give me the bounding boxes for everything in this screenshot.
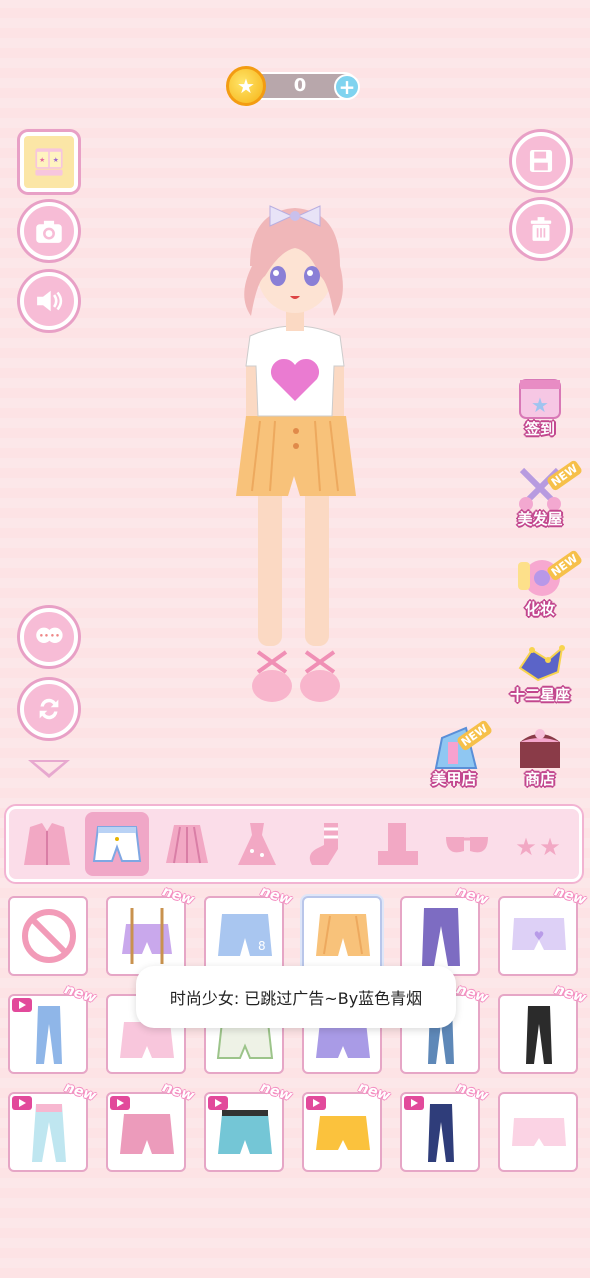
trash-icon <box>530 217 552 241</box>
star-coin-icon: ★ <box>226 66 266 106</box>
trash-button[interactable] <box>512 200 570 258</box>
svg-text:8: 8 <box>258 939 266 953</box>
swap-face-icon <box>36 627 63 643</box>
hair-salon-feature[interactable]: 美发屋 NEW <box>504 459 584 542</box>
category-jacket[interactable] <box>15 812 79 876</box>
wardrobe-button[interactable]: ★ ★ <box>20 132 78 192</box>
shorts-icon: 8 <box>218 914 272 956</box>
item-pink-frill-shorts[interactable] <box>498 1092 578 1172</box>
collapse-toggle[interactable] <box>28 760 70 778</box>
calendar-star-icon: ★ <box>519 379 561 419</box>
sock-icon <box>309 823 338 865</box>
glasses-icon <box>446 837 488 853</box>
refresh-button[interactable] <box>20 680 78 738</box>
toast-message: 时尚少女: 已跳过广告~By蓝色青烟 <box>136 966 456 1028</box>
camera-button[interactable] <box>20 202 78 260</box>
dress-icon <box>238 823 276 865</box>
shorts-icon <box>120 1114 174 1154</box>
feature-label: 商店 <box>524 770 555 788</box>
category-glasses[interactable] <box>435 812 499 876</box>
shorts-icon <box>218 1110 272 1154</box>
sound-button[interactable] <box>20 272 78 330</box>
feature-label: 美发屋 <box>517 510 563 528</box>
no-item-icon <box>22 909 76 963</box>
svg-text:★: ★ <box>515 833 537 861</box>
svg-text:★: ★ <box>531 393 549 417</box>
item-blue-shorts[interactable]: 8 new <box>204 883 294 976</box>
svg-text:♥: ♥ <box>534 929 545 943</box>
feature-label: 十二星座 <box>509 686 570 704</box>
skirt-icon <box>166 825 208 864</box>
makeup-feature[interactable]: 化妆 NEW <box>504 549 584 632</box>
item-none[interactable] <box>8 896 88 976</box>
item-pastel-pants[interactable]: new <box>8 1079 98 1172</box>
save-icon <box>529 149 553 173</box>
item-ripped-jeans[interactable]: new <box>400 1079 490 1172</box>
category-boots[interactable] <box>365 812 429 876</box>
speaker-icon <box>37 290 63 312</box>
wardrobe-icon: ★ ★ <box>35 148 63 176</box>
character-avatar <box>236 205 356 702</box>
svg-text:★: ★ <box>539 833 561 861</box>
category-shorts[interactable] <box>85 812 149 876</box>
pants-icon <box>32 1104 66 1162</box>
feature-label: 化妆 <box>524 600 555 618</box>
swap-face-button[interactable] <box>20 608 78 666</box>
item-yellow-shorts[interactable]: new <box>302 1079 392 1172</box>
item-teal-shorts[interactable]: new <box>204 1079 294 1172</box>
add-currency-button[interactable]: + <box>334 74 360 100</box>
accessory-icon: ★ ★ <box>515 833 561 861</box>
jeans-icon <box>428 1104 454 1162</box>
camera-icon <box>36 220 62 243</box>
overalls-icon <box>122 908 172 964</box>
svg-text:★: ★ <box>53 156 59 164</box>
currency-value: 0 <box>293 75 307 96</box>
nail-salon-feature[interactable]: 美甲店 NEW <box>418 719 494 802</box>
feature-label: 签到 <box>524 420 555 438</box>
feature-label: 美甲店 <box>431 770 477 788</box>
pants-icon <box>526 1006 552 1064</box>
category-skirt[interactable] <box>155 812 219 876</box>
shorts-icon <box>512 1118 566 1146</box>
item-pink-shorts[interactable]: new <box>106 1079 196 1172</box>
category-accessory[interactable]: ★ ★ <box>505 812 569 876</box>
jeans-icon <box>422 908 460 966</box>
save-button[interactable] <box>512 132 570 190</box>
item-black-pants[interactable]: new <box>498 981 588 1074</box>
refresh-icon <box>39 698 59 720</box>
shorts-icon <box>316 914 370 956</box>
shorts-icon <box>92 826 142 862</box>
svg-text:★: ★ <box>39 156 45 164</box>
boot-icon <box>378 823 418 865</box>
category-socks[interactable] <box>295 812 359 876</box>
shop-icon <box>520 729 560 768</box>
currency-bar: ★ 0 + <box>226 66 364 106</box>
item-purple-jeans[interactable]: new <box>400 883 490 976</box>
constellation-icon <box>518 645 565 682</box>
jacket-icon <box>24 823 70 865</box>
shorts-icon: ♥ <box>512 918 566 950</box>
zodiac-feature[interactable]: 十二星座 <box>500 638 580 718</box>
jeans-icon <box>36 1006 62 1064</box>
category-dress[interactable] <box>225 812 289 876</box>
shop-feature[interactable]: 商店 <box>504 722 576 802</box>
shorts-icon <box>316 1116 370 1150</box>
category-bar: ★ ★ <box>6 806 582 882</box>
item-blue-jeans[interactable]: new <box>8 981 98 1074</box>
item-orange-shorts[interactable] <box>302 896 382 976</box>
sign-in-feature[interactable]: ★ 签到 <box>504 372 576 452</box>
item-purple-overalls[interactable]: new <box>106 883 196 976</box>
item-lavender-shorts[interactable]: ♥ new <box>498 883 588 976</box>
